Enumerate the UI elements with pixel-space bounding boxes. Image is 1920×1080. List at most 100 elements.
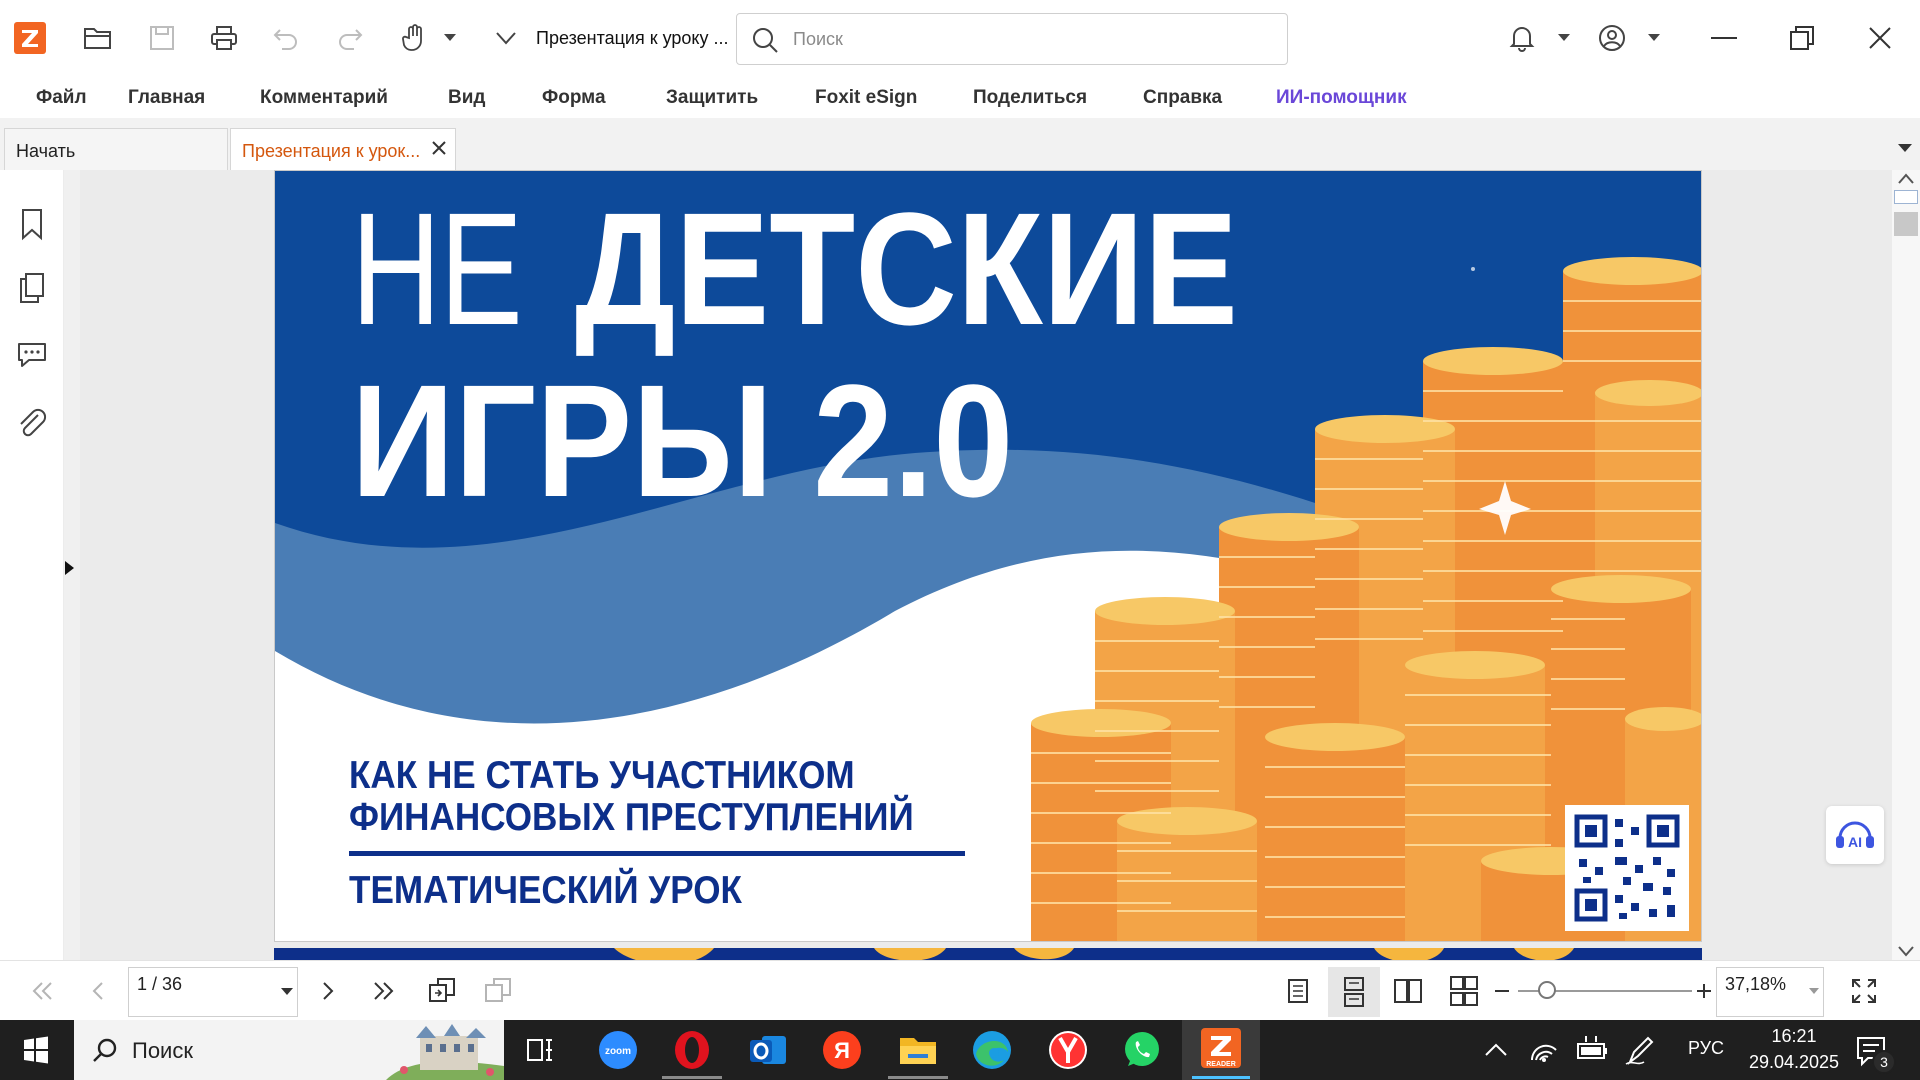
notification-count-badge: 3 [1872,1050,1896,1074]
facing-view-icon[interactable] [1390,973,1426,1009]
next-page-icon[interactable] [310,973,346,1009]
split-view-handle[interactable] [1894,190,1918,204]
pen-menu-icon[interactable] [1620,1028,1660,1072]
pdf-page-next [274,948,1702,960]
yandex-app-icon[interactable]: Я [820,1028,864,1072]
opera-browser-icon[interactable] [670,1028,714,1072]
zoom-out-icon[interactable] [1492,973,1512,1009]
status-bar: 1 / 36 37,18% [0,960,1920,1020]
pages-thumbnail-icon[interactable] [14,270,50,306]
undo-icon[interactable] [268,20,304,56]
tab-list-dropdown-icon[interactable] [1898,140,1912,158]
slide-title-ne: НЕ [351,179,523,358]
zoom-dropdown-icon[interactable] [1809,988,1819,995]
outlook-icon[interactable] [746,1028,790,1072]
document-title: Презентация к уроку ... [536,28,729,48]
print-icon[interactable] [206,20,242,56]
menu-help[interactable]: Справка [1143,87,1222,109]
restore-icon[interactable] [1784,20,1820,56]
zoom-slider-thumb[interactable] [1538,981,1556,999]
account-icon[interactable] [1594,20,1630,56]
ai-assistant-floating-button[interactable]: AI [1826,806,1884,864]
tab-label: Начать [16,141,76,161]
comments-icon[interactable] [14,336,50,372]
taskbar-search-icon [93,1038,117,1062]
slide-divider [349,851,965,856]
menu-home[interactable]: Главная [128,87,205,109]
tab-close-icon[interactable] [429,138,449,158]
yandex-browser-icon[interactable] [1046,1028,1090,1072]
clock-time[interactable]: 16:21 [1746,1026,1842,1047]
taskbar-search-box[interactable]: Поиск [74,1020,504,1080]
scroll-up-arrow-icon[interactable] [1897,172,1915,190]
full-screen-icon[interactable] [1846,973,1882,1009]
bookmark-icon[interactable] [14,206,50,242]
slide-subtitle-line2: ФИНАНСОВЫХ ПРЕСТУПЛЕНИЙ [349,796,914,839]
hand-tool-icon[interactable] [396,20,432,56]
clock-date[interactable]: 29.04.2025 [1738,1052,1850,1073]
continuous-facing-view-icon[interactable] [1446,973,1482,1009]
menu-ai-assistant[interactable]: ИИ-помощник [1276,87,1407,109]
network-icon[interactable] [1524,1028,1564,1072]
previous-page-icon[interactable] [80,973,116,1009]
active-app-indicator [1192,1076,1250,1079]
file-explorer-icon[interactable] [896,1028,940,1072]
menu-comment[interactable]: Комментарий [260,87,388,109]
single-page-view-icon[interactable] [1280,973,1316,1009]
battery-icon[interactable] [1572,1028,1612,1072]
tab-bar: Начать Презентация к урок... [0,118,1920,170]
tab-start[interactable]: Начать [4,128,228,170]
minimize-icon[interactable] [1706,20,1742,56]
zoom-app-icon[interactable]: zoom [596,1028,640,1072]
menu-file[interactable]: Файл [36,87,87,109]
search-input[interactable] [793,26,1273,52]
page-number-field[interactable]: 1 / 36 [128,967,298,1017]
account-dropdown-icon[interactable] [1638,20,1670,56]
continuous-view-button[interactable] [1328,967,1380,1017]
attachment-icon[interactable] [14,406,50,442]
whatsapp-icon[interactable] [1120,1028,1164,1072]
menu-protect[interactable]: Защитить [666,87,758,109]
redo-icon[interactable] [332,20,368,56]
document-viewport[interactable]: НЕ ДЕТСКИЕ ИГРЫ 2.0 КАК НЕ СТАТЬ УЧАСТНИ… [80,170,1892,960]
tab-presentation[interactable]: Презентация к урок... [230,128,456,170]
zoom-level-field[interactable]: 37,18% [1716,967,1824,1017]
page-dropdown-icon[interactable] [281,988,293,996]
menu-foxit-esign[interactable]: Foxit eSign [815,87,917,109]
slide-subtitle: КАК НЕ СТАТЬ УЧАСТНИКОМ ФИНАНСОВЫХ ПРЕСТ… [349,755,914,839]
open-folder-icon[interactable] [80,20,116,56]
previous-view-icon[interactable] [424,973,460,1009]
slide-subtitle-line1: КАК НЕ СТАТЬ УЧАСТНИКОМ [349,754,855,797]
menu-share[interactable]: Поделиться [973,87,1087,109]
task-view-icon[interactable] [518,1028,562,1072]
windows-taskbar: Поиск zoom Я READER РУС 16:21 29.04.2025… [0,1020,1920,1080]
hand-tool-dropdown-icon[interactable] [432,20,468,56]
menu-form[interactable]: Форма [542,87,606,109]
slide-title-detskie: ДЕТСКИЕ [575,179,1238,358]
close-icon[interactable] [1862,20,1898,56]
reader-label: READER [1206,1061,1236,1068]
next-view-icon[interactable] [480,973,516,1009]
taskbar-search-label: Поиск [132,1038,193,1063]
notification-dropdown-icon[interactable] [1548,20,1580,56]
foxit-logo-icon[interactable] [14,22,46,54]
windows-start-icon[interactable] [14,1028,58,1072]
edge-browser-icon[interactable] [970,1028,1014,1072]
foxit-reader-task-button[interactable]: READER [1182,1020,1260,1080]
search-box[interactable] [736,13,1288,65]
notification-bell-icon[interactable] [1504,20,1540,56]
expand-panel-arrow-icon[interactable] [64,557,76,579]
zoom-in-icon[interactable] [1694,973,1714,1009]
vertical-scrollbar[interactable] [1892,170,1920,960]
last-page-icon[interactable] [366,973,402,1009]
show-hidden-icons-chevron-icon[interactable] [1476,1028,1516,1072]
scrollbar-thumb[interactable] [1894,212,1918,236]
first-page-icon[interactable] [24,973,60,1009]
qr-code-icon [1565,805,1689,931]
quick-access-chevron-icon[interactable] [488,20,524,56]
slide-title-igry: ИГРЫ 2.0 [351,351,1014,530]
input-language-indicator[interactable]: РУС [1688,1038,1724,1059]
save-icon[interactable] [144,20,180,56]
pdf-page: НЕ ДЕТСКИЕ ИГРЫ 2.0 КАК НЕ СТАТЬ УЧАСТНИ… [274,170,1702,942]
menu-view[interactable]: Вид [448,87,485,109]
